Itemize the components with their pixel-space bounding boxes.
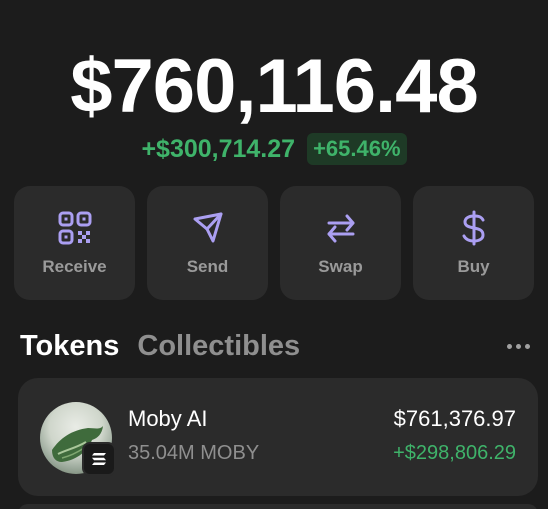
token-name: Moby AI <box>128 406 208 431</box>
portfolio-change-row: +$300,714.27 +65.46% <box>0 133 548 165</box>
qr-code-icon <box>56 209 94 247</box>
swap-button[interactable]: Swap <box>280 186 401 300</box>
buy-button[interactable]: Buy <box>413 186 534 300</box>
token-row-partial[interactable] <box>18 504 538 509</box>
asset-tabs: Tokens Collectibles <box>20 330 300 363</box>
buy-label: Buy <box>457 257 490 276</box>
receive-button[interactable]: Receive <box>14 186 135 300</box>
wallet-home: $760,116.48 +$300,714.27 +65.46% Receive… <box>0 0 548 509</box>
token-amount: 35.04M MOBY <box>128 442 260 464</box>
token-row-moby[interactable]: Moby AI 35.04M MOBY $761,376.97 +$298,80… <box>18 378 538 496</box>
send-button[interactable]: Send <box>147 186 268 300</box>
token-value: $761,376.97 <box>393 406 516 431</box>
send-label: Send <box>186 257 229 276</box>
portfolio-balance: $760,116.48 <box>70 44 478 129</box>
tab-tokens[interactable]: Tokens <box>20 330 119 363</box>
more-dots-icon[interactable] <box>502 332 534 360</box>
swap-label: Swap <box>318 257 363 276</box>
swap-icon <box>322 209 360 247</box>
portfolio-change-percent-badge: +65.46% <box>307 133 407 165</box>
token-change: +$298,806.29 <box>393 442 516 464</box>
action-buttons: Receive Send Swap Buy <box>14 186 534 300</box>
tab-collectibles[interactable]: Collectibles <box>137 330 300 363</box>
portfolio-change-amount: +$300,714.27 <box>141 134 296 163</box>
send-icon <box>189 209 227 247</box>
receive-label: Receive <box>42 257 107 276</box>
solana-icon <box>82 442 116 476</box>
dollar-icon <box>455 209 493 247</box>
